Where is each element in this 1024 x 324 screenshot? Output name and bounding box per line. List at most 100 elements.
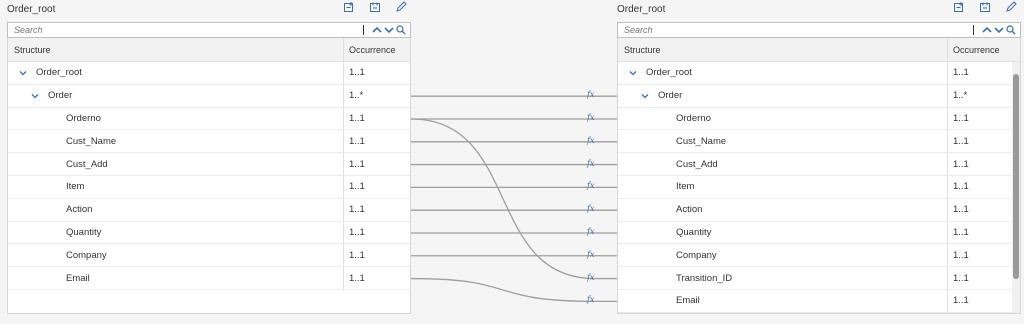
source-title: Order_root bbox=[7, 4, 56, 15]
structure-cell: Order bbox=[618, 84, 948, 107]
structure-cell: Quantity bbox=[618, 221, 948, 244]
function-icon[interactable]: fx bbox=[587, 159, 594, 168]
tree-row[interactable]: Item 1..1 bbox=[8, 175, 410, 199]
collapse-icon[interactable] bbox=[369, 1, 381, 13]
structure-cell: Email bbox=[618, 289, 948, 312]
structure-cell: Cust_Add bbox=[618, 153, 948, 175]
occurrence-cell: 1..1 bbox=[953, 272, 969, 284]
occurrence-column-header[interactable]: Occurrence bbox=[344, 38, 396, 61]
occurrence-cell: 1..1 bbox=[953, 158, 969, 170]
search-next-icon[interactable] bbox=[994, 24, 1004, 36]
structure-cell: Orderno bbox=[8, 107, 344, 130]
target-search-input[interactable] bbox=[618, 23, 958, 37]
source-table-header: Structure Occurrence bbox=[8, 38, 410, 62]
node-label: Transition_ID bbox=[676, 272, 733, 284]
node-label: Orderno bbox=[66, 112, 101, 124]
target-toolbar bbox=[953, 1, 1017, 13]
node-label: Email bbox=[676, 295, 700, 307]
structure-cell: Cust_Name bbox=[618, 130, 948, 153]
function-icon[interactable]: fx bbox=[587, 204, 594, 213]
occurrence-cell: 1..1 bbox=[349, 181, 365, 193]
tree-row[interactable]: Company 1..1 bbox=[8, 244, 410, 268]
tree-row[interactable]: Cust_Add 1..1 bbox=[618, 153, 1020, 176]
occurrence-cell: 1..* bbox=[953, 90, 968, 102]
node-label: Cust_Name bbox=[676, 135, 727, 147]
structure-column-header[interactable]: Structure bbox=[618, 38, 948, 61]
tree-row[interactable]: Cust_Add 1..1 bbox=[8, 153, 410, 176]
tree-row[interactable]: Quantity 1..1 bbox=[618, 221, 1020, 245]
node-label: Email bbox=[66, 272, 90, 284]
search-next-icon[interactable] bbox=[384, 24, 394, 36]
target-search-nav bbox=[982, 24, 1016, 36]
node-label: Cust_Add bbox=[66, 158, 108, 170]
tree-row[interactable]: Cust_Name 1..1 bbox=[618, 130, 1020, 154]
source-search-bar bbox=[7, 22, 411, 38]
structure-cell: Orderno bbox=[618, 107, 948, 130]
tree-row[interactable]: Email 1..1 bbox=[618, 289, 1020, 313]
add-node-icon[interactable] bbox=[953, 1, 965, 13]
node-label: Cust_Name bbox=[66, 135, 117, 147]
occurrence-cell: 1..* bbox=[349, 90, 364, 102]
tree-row[interactable]: Order 1..* bbox=[8, 84, 410, 108]
tree-row[interactable]: Action 1..1 bbox=[8, 198, 410, 222]
function-icon[interactable]: fx bbox=[587, 295, 594, 304]
tree-row[interactable]: Transition_ID 1..1 bbox=[618, 267, 1020, 290]
collapse-icon[interactable] bbox=[979, 1, 991, 13]
tree-row[interactable]: Action 1..1 bbox=[618, 198, 1020, 222]
search-separator bbox=[973, 25, 974, 35]
occurrence-cell: 1..1 bbox=[953, 67, 969, 79]
structure-cell: Cust_Name bbox=[8, 130, 344, 153]
tree-row[interactable]: Quantity 1..1 bbox=[8, 221, 410, 245]
tree-row[interactable]: Order_root 1..1 bbox=[618, 62, 1020, 85]
occurrence-cell: 1..1 bbox=[349, 249, 365, 261]
chevron-down-icon[interactable] bbox=[18, 68, 28, 78]
structure-cell: Company bbox=[8, 244, 344, 267]
target-scrollbar[interactable] bbox=[1012, 62, 1020, 313]
edit-icon[interactable] bbox=[395, 1, 407, 13]
search-icon[interactable] bbox=[1006, 24, 1016, 36]
chevron-down-icon[interactable] bbox=[640, 91, 650, 101]
node-label: Quantity bbox=[676, 226, 712, 238]
chevron-down-icon[interactable] bbox=[30, 91, 40, 101]
source-rows: Order_root 1..1 Order 1..* Orderno 1..1 Cust_N… bbox=[8, 62, 410, 290]
source-toolbar bbox=[343, 1, 407, 13]
occurrence-cell: 1..1 bbox=[953, 226, 969, 238]
add-node-icon[interactable] bbox=[343, 1, 355, 13]
tree-row[interactable]: Company 1..1 bbox=[618, 244, 1020, 268]
function-icon[interactable]: fx bbox=[587, 136, 594, 145]
tree-row[interactable]: Email 1..1 bbox=[8, 267, 410, 290]
node-label: Order_root bbox=[646, 67, 692, 79]
source-titlebar: Order_root bbox=[7, 0, 411, 20]
tree-row[interactable]: Orderno 1..1 bbox=[618, 107, 1020, 131]
occurrence-column-header[interactable]: Occurrence bbox=[948, 38, 1000, 61]
occurrence-cell: 1..1 bbox=[953, 181, 969, 193]
function-icon[interactable]: fx bbox=[587, 250, 594, 259]
occurrence-cell: 1..1 bbox=[349, 67, 365, 79]
tree-row[interactable]: Item 1..1 bbox=[618, 175, 1020, 199]
scrollbar-thumb[interactable] bbox=[1013, 74, 1019, 279]
structure-cell: Order_root bbox=[8, 62, 344, 84]
function-icon[interactable]: fx bbox=[587, 90, 594, 99]
search-previous-icon[interactable] bbox=[982, 24, 992, 36]
chevron-down-icon[interactable] bbox=[628, 68, 638, 78]
target-rows: Order_root 1..1 Order 1..* Orderno 1..1 Cust_N… bbox=[618, 62, 1020, 313]
function-icon[interactable]: fx bbox=[587, 273, 594, 282]
structure-column-header[interactable]: Structure bbox=[8, 38, 344, 61]
search-icon[interactable] bbox=[396, 24, 406, 36]
source-search-input[interactable] bbox=[8, 23, 348, 37]
node-label: Company bbox=[66, 249, 107, 261]
tree-row[interactable]: Order 1..* bbox=[618, 84, 1020, 108]
search-previous-icon[interactable] bbox=[372, 24, 382, 36]
occurrence-cell: 1..1 bbox=[349, 272, 365, 284]
function-icon[interactable]: fx bbox=[587, 113, 594, 122]
tree-row[interactable]: Orderno 1..1 bbox=[8, 107, 410, 131]
target-table: Structure Occurrence Order_root 1..1 Order… bbox=[617, 38, 1021, 314]
structure-cell: Order bbox=[8, 84, 344, 107]
node-label: Order bbox=[48, 90, 73, 102]
function-icon[interactable]: fx bbox=[587, 227, 594, 236]
function-icon[interactable]: fx bbox=[587, 181, 594, 190]
node-label: Item bbox=[66, 181, 85, 193]
tree-row[interactable]: Order_root 1..1 bbox=[8, 62, 410, 85]
edit-icon[interactable] bbox=[1005, 1, 1017, 13]
tree-row[interactable]: Cust_Name 1..1 bbox=[8, 130, 410, 154]
